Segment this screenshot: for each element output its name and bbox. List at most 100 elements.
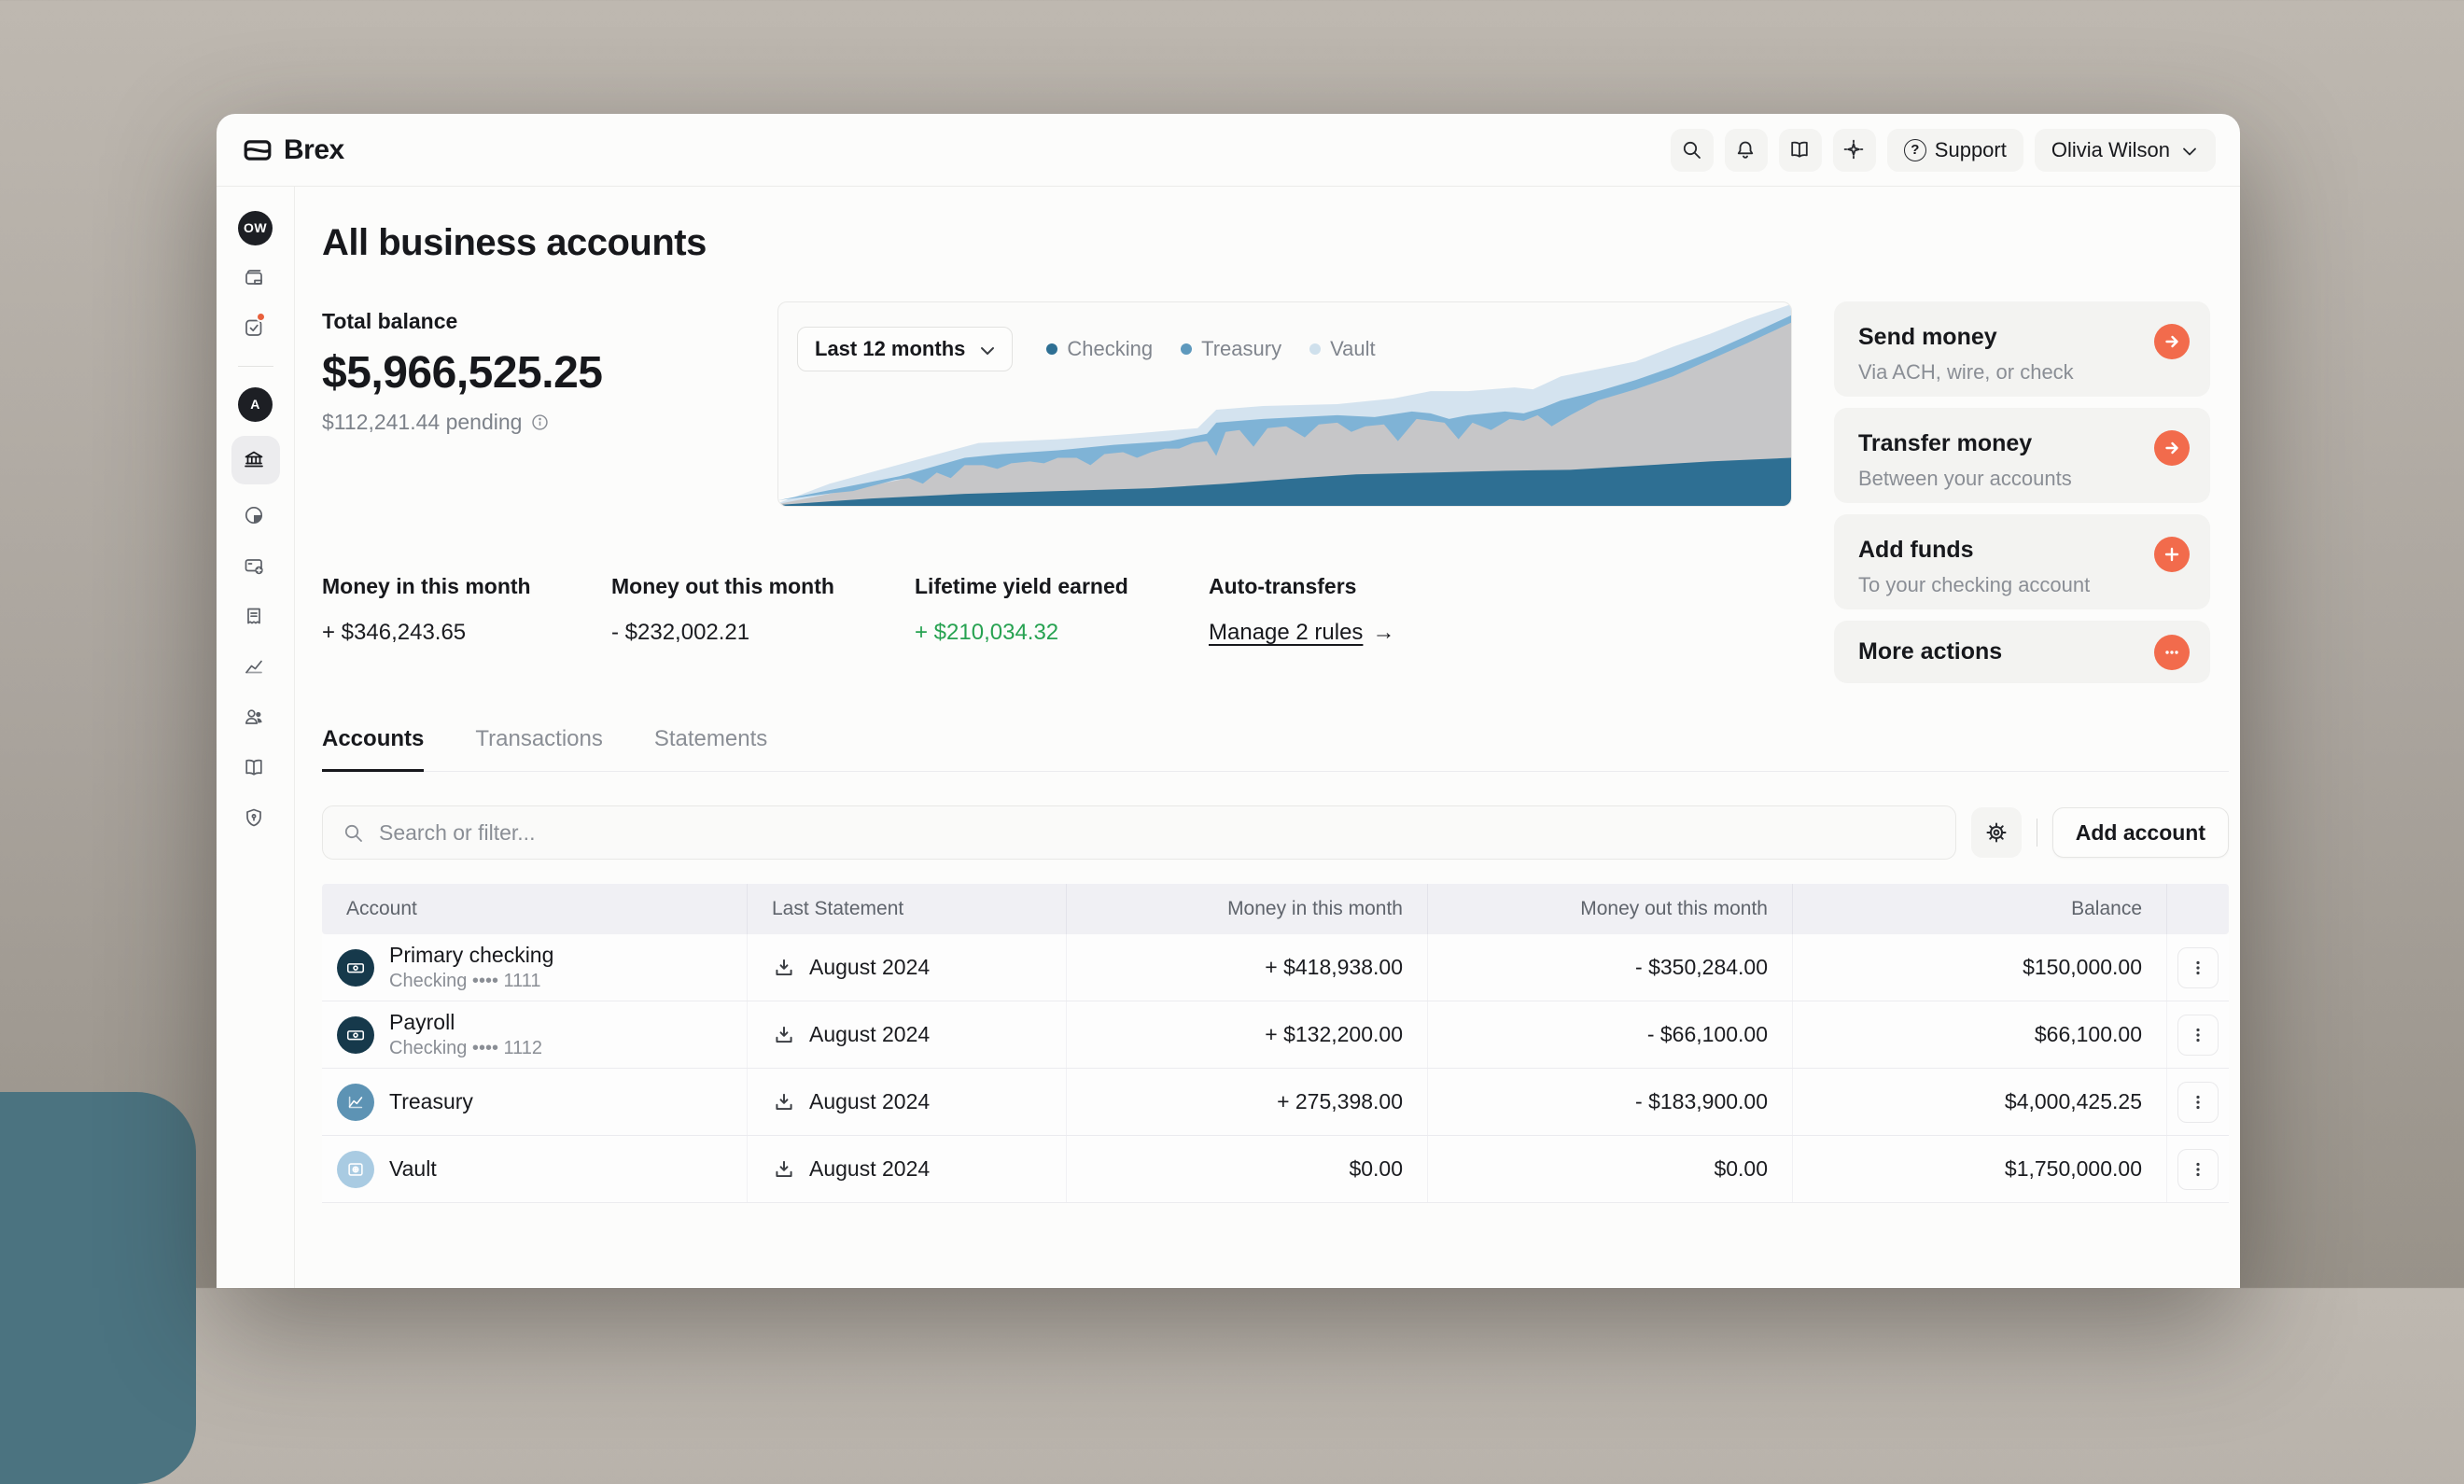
statement-label: August 2024 <box>809 1022 930 1047</box>
statement-label: August 2024 <box>809 1156 930 1182</box>
add-funds-button[interactable] <box>2154 537 2190 572</box>
tab-transactions[interactable]: Transactions <box>475 726 603 772</box>
date-range-dropdown[interactable]: Last 12 months <box>797 327 1013 371</box>
chart-header: Last 12 months Checking <box>797 327 1376 371</box>
transfer-money-card[interactable]: Transfer money Between your accounts <box>1834 408 2210 503</box>
search-box[interactable] <box>322 805 1956 860</box>
sidebar-item-cards[interactable] <box>243 259 268 297</box>
action-title: Transfer money <box>1858 430 2186 457</box>
brex-logo-icon <box>243 135 273 165</box>
docs-button[interactable] <box>1779 129 1822 172</box>
table-row[interactable]: Payroll Checking •••• 1112 August 2024 +… <box>322 1001 2229 1069</box>
manage-rules-link[interactable]: Manage 2 rules → <box>1209 620 1792 646</box>
sidebar-item-security[interactable] <box>243 800 268 837</box>
row-menu-button[interactable] <box>2177 947 2219 988</box>
money-in-cell: + $132,200.00 <box>1066 1001 1427 1068</box>
col-actions <box>2166 884 2229 934</box>
row-menu-button[interactable] <box>2177 1015 2219 1056</box>
stat-lifetime-yield: Lifetime yield earned + $210,034.32 <box>915 574 1209 646</box>
row-menu-button[interactable] <box>2177 1149 2219 1190</box>
table-row[interactable]: Primary checking Checking •••• 1111 Augu… <box>322 934 2229 1001</box>
user-name: Olivia Wilson <box>2051 138 2170 162</box>
pending-balance: $112,241.44 pending <box>322 410 777 435</box>
receipt-icon <box>243 605 268 630</box>
tabs: Accounts Transactions Statements <box>322 726 2229 772</box>
transfer-money-button[interactable] <box>2154 430 2190 466</box>
table-row[interactable]: Vault August 2024 $0.00 $0.00 $1,750,000… <box>322 1136 2229 1203</box>
topbar: Brex Support Olivia Wilson <box>217 114 2240 187</box>
search-input[interactable] <box>377 819 1937 847</box>
balance-cell: $4,000,425.25 <box>1792 1069 2166 1135</box>
stat-value: + $210,034.32 <box>915 620 1209 646</box>
app-window: Brex Support Olivia Wilson <box>217 114 2240 1288</box>
col-account: Account <box>322 884 747 934</box>
page-title: All business accounts <box>322 222 2229 264</box>
download-icon[interactable] <box>772 1157 796 1182</box>
assistant-button[interactable] <box>1833 129 1876 172</box>
send-money-button[interactable] <box>2154 324 2190 359</box>
col-money-out: Money out this month <box>1427 884 1792 934</box>
arrow-right-icon: → <box>1372 620 1394 646</box>
balance-chart-card: Last 12 months Checking <box>777 301 1792 507</box>
add-funds-card[interactable]: Add funds To your checking account <box>1834 514 2210 609</box>
help-icon <box>1904 139 1926 161</box>
row-menu-button[interactable] <box>2177 1082 2219 1123</box>
download-icon[interactable] <box>772 1023 796 1047</box>
sidebar-item-team[interactable] <box>243 699 268 736</box>
money-out-cell: - $350,284.00 <box>1427 934 1792 1001</box>
sparkle-icon <box>1842 138 1866 161</box>
table-row[interactable]: Treasury August 2024 + 275,398.00 - $183… <box>322 1069 2229 1136</box>
plus-icon <box>2163 545 2181 564</box>
sidebar-item-analytics[interactable] <box>243 649 268 686</box>
chart-legend: Checking Treasury Vault <box>1046 337 1375 361</box>
total-balance-amount: $5,966,525.25 <box>322 347 777 399</box>
info-icon[interactable] <box>530 413 550 432</box>
desktop-accent-shape <box>0 1092 196 1484</box>
money-in-cell: $0.00 <box>1066 1136 1427 1202</box>
tab-statements[interactable]: Statements <box>654 726 767 772</box>
shield-icon <box>243 806 268 832</box>
stat-label: Lifetime yield earned <box>915 574 1209 599</box>
notification-dot <box>256 312 266 322</box>
sidebar-item-tasks[interactable] <box>243 310 268 347</box>
table-settings-button[interactable] <box>1971 807 2022 858</box>
legend-label: Vault <box>1330 337 1376 361</box>
more-actions-button[interactable] <box>2154 635 2190 670</box>
col-money-in: Money in this month <box>1066 884 1427 934</box>
add-account-button[interactable]: Add account <box>2052 807 2229 858</box>
checking-account-icon <box>337 1016 374 1054</box>
account-name: Vault <box>389 1156 437 1182</box>
send-money-card[interactable]: Send money Via ACH, wire, or check <box>1834 301 2210 397</box>
kebab-icon <box>2189 1026 2207 1044</box>
search-button[interactable] <box>1671 129 1714 172</box>
sidebar-item-card-issuing[interactable] <box>243 548 268 585</box>
stat-money-out: Money out this month - $232,002.21 <box>611 574 915 646</box>
support-button[interactable]: Support <box>1887 129 2023 172</box>
ellipsis-icon <box>2163 643 2181 662</box>
pie-chart-icon <box>243 504 268 529</box>
sidebar-item-docs[interactable] <box>243 749 268 787</box>
download-icon[interactable] <box>772 956 796 980</box>
legend-item-treasury: Treasury <box>1181 337 1281 361</box>
line-chart-icon <box>243 655 268 680</box>
more-actions-card[interactable]: More actions <box>1834 621 2210 683</box>
sidebar-item-accounts[interactable] <box>231 436 280 484</box>
kebab-icon <box>2189 1093 2207 1112</box>
sidebar-item-org[interactable]: A <box>238 385 273 423</box>
stat-label: Money in this month <box>322 574 611 599</box>
notifications-button[interactable] <box>1725 129 1768 172</box>
arrow-right-icon <box>2163 439 2181 457</box>
money-in-cell: + 275,398.00 <box>1066 1069 1427 1135</box>
sidebar-item-bills[interactable] <box>243 598 268 636</box>
user-menu[interactable]: Olivia Wilson <box>2035 129 2216 172</box>
tab-accounts[interactable]: Accounts <box>322 726 424 772</box>
sidebar-item-user[interactable]: OW <box>238 209 273 246</box>
download-icon[interactable] <box>772 1090 796 1114</box>
sidebar-item-budgets[interactable] <box>243 497 268 535</box>
table-toolbar: Add account <box>322 805 2229 860</box>
card-add-icon <box>243 554 268 580</box>
total-balance-label: Total balance <box>322 309 777 334</box>
legend-label: Checking <box>1067 337 1153 361</box>
money-out-cell: $0.00 <box>1427 1136 1792 1202</box>
vault-account-icon <box>337 1151 374 1188</box>
